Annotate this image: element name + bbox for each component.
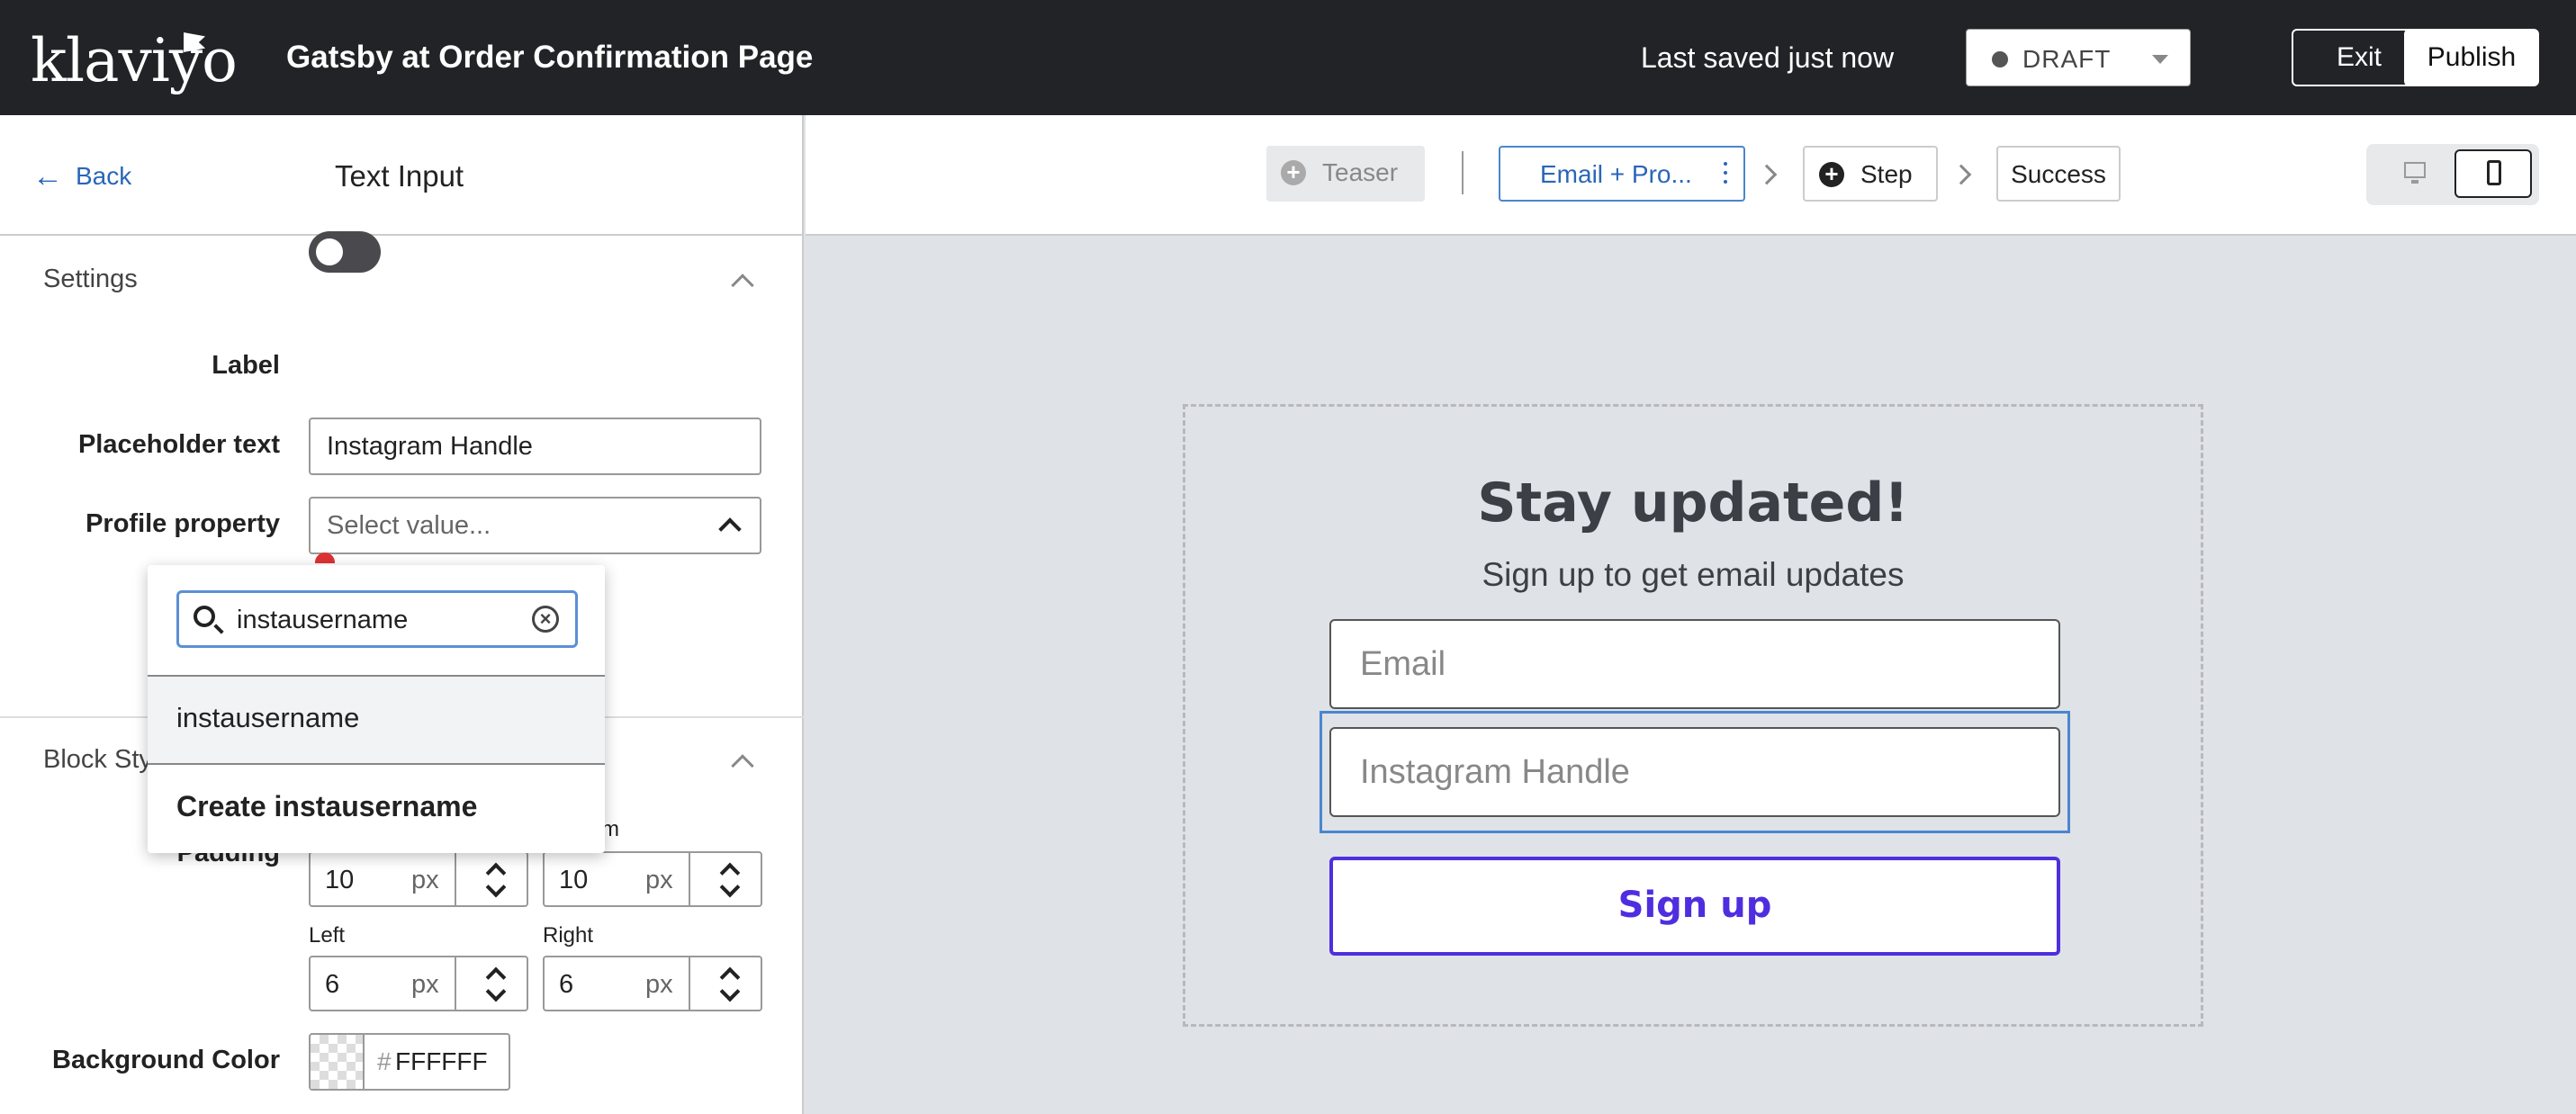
klaviyo-logo: klaviyo [31,26,238,95]
color-swatch[interactable] [311,1035,365,1089]
save-status: Last saved just now [1641,41,1895,74]
padding-left-input[interactable]: 6 px [309,956,528,1011]
step-step[interactable]: + Step [1803,146,1938,202]
desktop-view-button[interactable] [2381,149,2447,198]
chevron-up-icon[interactable] [731,274,754,297]
color-hash: # [377,1047,392,1075]
settings-section-title[interactable]: Settings [43,265,138,294]
step-bar: + Teaser Email + Pro... + Step Success [806,115,2576,236]
padding-top-input[interactable]: 10 px [309,851,528,907]
background-color-input[interactable]: # FFFFFF [309,1033,510,1091]
step-step-label: Step [1860,160,1913,188]
clear-icon[interactable]: × [532,606,559,633]
form-subheading: Sign up to get email updates [1482,556,1905,593]
chevron-up-icon [718,517,742,541]
stepper-divider [689,853,690,905]
chevron-down-icon[interactable] [485,981,507,1002]
desktop-icon-stand [2411,180,2418,184]
profile-property-select[interactable]: Select value... [309,497,761,554]
back-arrow-icon: ← [32,159,63,193]
left-label: Left [309,923,346,948]
background-color-label: Background Color [52,1046,280,1074]
profile-property-dropdown: instausername × instausername Create ins… [148,565,605,853]
background-color-value: FFFFFF [395,1047,488,1075]
placeholder-text-input[interactable]: Instagram Handle [309,418,761,475]
label-toggle[interactable] [309,231,381,273]
label-toggle-label: Label [212,351,280,380]
back-link[interactable]: ← Back [32,158,131,194]
form-heading: Stay updated! [1477,472,1909,535]
stepper-divider [455,957,456,1010]
chevron-down-icon[interactable] [719,981,741,1002]
back-label: Back [76,162,132,190]
profile-property-placeholder: Select value... [327,511,491,540]
block-styles-section-title[interactable]: Block Sty [43,745,152,775]
panel-header: ← Back Text Input [0,115,804,236]
dropdown-search-input[interactable]: instausername × [176,590,578,648]
chevron-down-icon [2152,55,2168,64]
right-label: Right [543,923,594,948]
plus-circle-icon: + [1281,160,1306,185]
search-value: instausername [237,606,409,634]
search-icon [194,606,215,627]
step-teaser-label: Teaser [1322,158,1399,186]
instagram-handle-field[interactable]: Instagram Handle [1329,727,2060,817]
create-option[interactable]: Create instausername [176,790,477,823]
unit-label: px [411,866,439,894]
stepper-divider [689,957,690,1010]
padding-top-value: 10 [325,866,355,894]
option-label: instausername [176,702,360,733]
padding-right-input[interactable]: 6 px [543,956,762,1011]
profile-property-label: Profile property [86,509,280,538]
signup-button[interactable]: Sign up [1329,857,2060,956]
status-value: DRAFT [2022,45,2112,73]
dropdown-divider [148,763,605,765]
top-bar: klaviyo Gatsby at Order Confirmation Pag… [0,0,2576,115]
panel-title: Text Input [335,159,464,193]
chevron-down-icon[interactable] [485,876,507,898]
step-separator [1462,151,1464,194]
toggle-knob [316,238,343,265]
step-email[interactable]: Email + Pro... [1499,146,1745,202]
step-teaser[interactable]: + Teaser [1266,146,1425,202]
status-dot-icon [1992,51,2008,67]
publish-button[interactable]: Publish [2404,29,2539,86]
unit-label: px [645,970,673,999]
desktop-icon [2404,162,2426,178]
chevron-right-icon [1756,164,1778,185]
padding-bottom-input[interactable]: 10 px [543,851,762,907]
padding-bottom-value: 10 [559,866,589,894]
step-email-label: Email + Pro... [1540,160,1692,188]
chevron-right-icon [1950,164,1972,185]
unit-label: px [645,866,673,894]
kebab-icon[interactable] [1724,162,1727,187]
unit-label: px [411,970,439,999]
document-title: Gatsby at Order Confirmation Page [286,40,814,75]
search-icon-handle [213,624,224,634]
device-toggle [2366,144,2539,205]
dropdown-option[interactable]: instausername [148,677,605,763]
step-success[interactable]: Success [1996,146,2121,202]
chevron-down-icon[interactable] [719,876,741,898]
plus-circle-icon: + [1819,162,1844,187]
chevron-up-icon[interactable] [731,754,754,777]
email-field[interactable]: Email [1329,619,2060,709]
padding-left-value: 6 [325,970,340,999]
status-select[interactable]: DRAFT [1966,29,2191,86]
mobile-view-button[interactable] [2454,149,2532,198]
placeholder-text-label: Placeholder text [77,430,280,459]
mobile-icon [2487,160,2501,185]
padding-right-value: 6 [559,970,574,999]
form-preview: Stay updated! Sign up to get email updat… [1183,404,2203,1027]
stepper-divider [455,853,456,905]
